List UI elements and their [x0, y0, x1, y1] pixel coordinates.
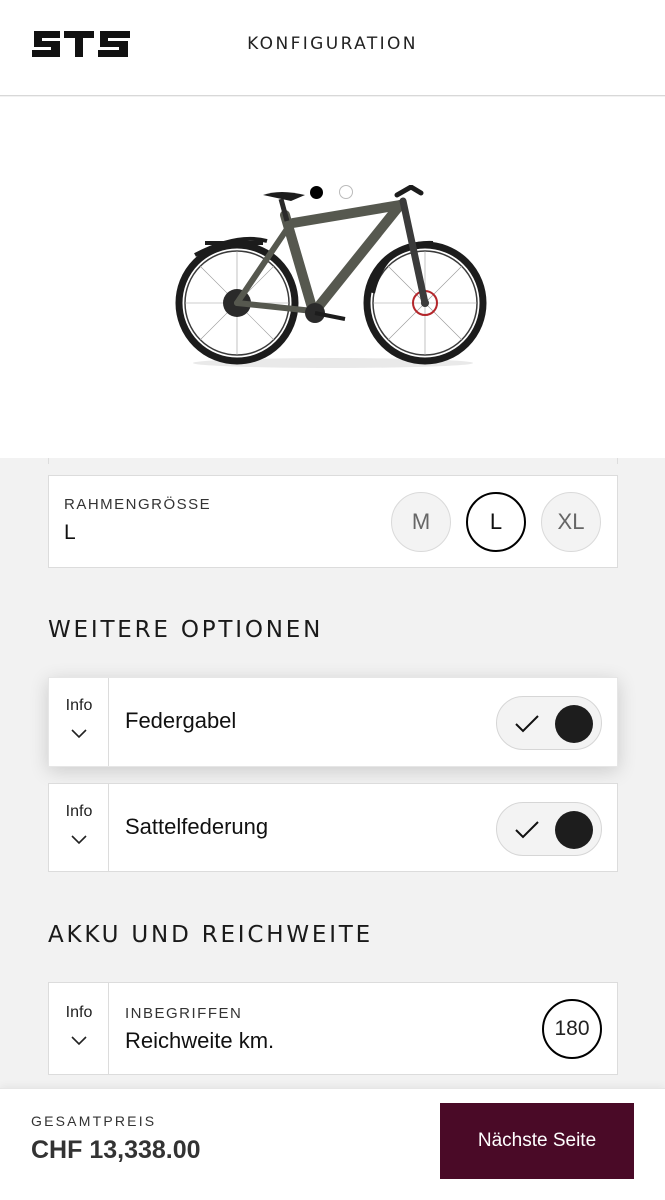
bike-image — [175, 185, 487, 368]
page-title: KONFIGURATION — [247, 34, 418, 54]
chevron-down-icon — [71, 1036, 87, 1046]
range-label: Reichweite km. — [125, 1028, 275, 1053]
range-caption: INBEGRIFFEN — [125, 1005, 243, 1022]
info-toggle-federgabel[interactable]: Info — [49, 678, 109, 766]
section-title-options: WEITERE OPTIONEN — [48, 617, 324, 643]
total-price-label: GESAMTPREIS — [31, 1113, 157, 1129]
toggle-knob — [555, 705, 593, 743]
frame-size-value: L — [64, 521, 76, 544]
carousel-dot-2[interactable] — [339, 185, 353, 199]
toggle-sattelfederung[interactable] — [496, 802, 602, 856]
option-label: Sattelfederung — [125, 814, 269, 839]
scroll-edge-card — [48, 458, 618, 464]
chevron-down-icon — [71, 729, 87, 739]
toggle-knob — [555, 811, 593, 849]
size-option-l[interactable]: L — [466, 492, 526, 552]
section-title-battery: AKKU UND REICHWEITE — [48, 922, 373, 948]
total-price-value: CHF 13,338.00 — [31, 1136, 201, 1164]
next-page-button[interactable]: Nächste Seite — [440, 1103, 634, 1179]
app-header: KONFIGURATION — [0, 0, 665, 96]
info-toggle-sattelfederung[interactable]: Info — [49, 784, 109, 871]
option-label: Federgabel — [125, 708, 237, 733]
size-option-m[interactable]: M — [391, 492, 451, 552]
chevron-down-icon — [71, 835, 87, 845]
info-label: Info — [65, 697, 93, 714]
info-label: Info — [65, 803, 93, 820]
checkmark-icon — [515, 821, 539, 839]
info-toggle-range[interactable]: Info — [49, 983, 109, 1074]
size-option-xl[interactable]: XL — [541, 492, 601, 552]
price-footer: GESAMTPREIS CHF 13,338.00 Nächste Seite — [0, 1088, 665, 1200]
info-label: Info — [65, 1004, 93, 1021]
carousel-dots — [310, 185, 353, 199]
range-value-badge[interactable]: 180 — [542, 999, 602, 1059]
checkmark-icon — [515, 715, 539, 733]
toggle-federgabel[interactable] — [496, 696, 602, 750]
option-row-federgabel: Info Federgabel — [48, 677, 618, 767]
option-row-sattelfederung: Info Sattelfederung — [48, 783, 618, 872]
range-row: Info INBEGRIFFEN Reichweite km. 180 — [48, 982, 618, 1075]
frame-size-card: RAHMENGRÖSSE L M L XL — [48, 475, 618, 568]
carousel-dot-1[interactable] — [310, 186, 323, 199]
frame-size-label: RAHMENGRÖSSE — [64, 496, 212, 513]
bike-hero — [0, 97, 665, 458]
